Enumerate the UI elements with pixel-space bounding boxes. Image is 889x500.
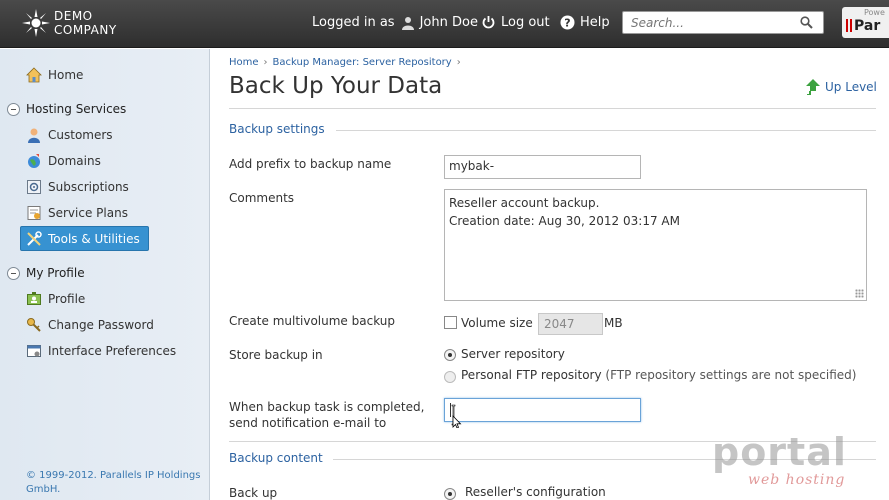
subscription-icon bbox=[26, 179, 42, 195]
comments-line-2: Creation date: Aug 30, 2012 03:17 AM bbox=[449, 214, 680, 228]
multivolume-checkbox[interactable] bbox=[444, 316, 457, 329]
help-icon: ? bbox=[560, 15, 575, 30]
home-icon bbox=[26, 67, 42, 83]
sidebar-item-change-password[interactable]: Change Password bbox=[26, 317, 154, 333]
power-icon bbox=[481, 15, 496, 30]
server-repository-radio[interactable] bbox=[444, 349, 456, 361]
reseller-config-label[interactable]: Reseller's configuration bbox=[465, 485, 606, 499]
sidebar-item-customers[interactable]: Customers bbox=[26, 127, 113, 143]
notification-label: When backup task is completed, send noti… bbox=[229, 400, 425, 430]
powered-label: Powe bbox=[864, 8, 885, 17]
server-repository-label[interactable]: Server repository bbox=[461, 347, 565, 361]
logged-in-info: Logged in as John Doe bbox=[312, 15, 478, 30]
prefix-input[interactable]: mybak- bbox=[444, 155, 641, 179]
logo-line2: COMPANY bbox=[54, 23, 117, 37]
up-level-button[interactable]: Up Level bbox=[806, 79, 877, 95]
logo-line1: DEMO bbox=[54, 9, 93, 23]
backup-settings-heading: Backup settings bbox=[229, 122, 325, 136]
prefix-label: Add prefix to backup name bbox=[229, 157, 392, 171]
sun-logo-icon bbox=[22, 9, 50, 37]
company-logo[interactable]: DEMO COMPANY bbox=[22, 9, 117, 37]
globe-icon bbox=[26, 153, 42, 169]
breadcrumb-home-link[interactable]: Home bbox=[229, 57, 259, 68]
ftp-repository-label[interactable]: Personal FTP repository bbox=[461, 368, 602, 382]
collapse-icon[interactable] bbox=[7, 266, 20, 280]
search-box[interactable] bbox=[622, 11, 824, 34]
watermark-small: web hosting bbox=[748, 472, 846, 488]
sidebar-group-hosting[interactable]: Hosting Services bbox=[7, 102, 126, 116]
backup-content-heading: Backup content bbox=[229, 451, 323, 465]
volume-size-input[interactable]: 2047 bbox=[538, 313, 603, 335]
tools-icon bbox=[26, 231, 42, 247]
section-divider bbox=[336, 130, 876, 131]
mouse-cursor-icon bbox=[449, 404, 463, 431]
sidebar-item-subscriptions[interactable]: Subscriptions bbox=[26, 179, 129, 195]
help-button[interactable]: ? Help bbox=[560, 15, 610, 30]
logout-label: Log out bbox=[501, 15, 550, 30]
help-label: Help bbox=[580, 15, 610, 30]
service-plan-icon bbox=[26, 205, 42, 221]
sidebar-item-home[interactable]: Home bbox=[26, 67, 83, 83]
breadcrumb: Home › Backup Manager: Server Repository › bbox=[229, 57, 461, 68]
store-backup-label: Store backup in bbox=[229, 348, 323, 362]
search-icon[interactable] bbox=[800, 16, 813, 32]
portal-watermark: portal web hosting bbox=[712, 432, 847, 488]
sidebar: Home Hosting Services Customers Domains … bbox=[0, 49, 210, 500]
up-arrow-icon bbox=[806, 79, 820, 95]
customer-icon bbox=[26, 127, 42, 143]
volume-unit: MB bbox=[604, 316, 623, 330]
sidebar-item-service-plans[interactable]: Service Plans bbox=[26, 205, 128, 221]
breadcrumb-backup-manager-link[interactable]: Backup Manager: Server Repository bbox=[273, 57, 452, 68]
comments-label: Comments bbox=[229, 191, 295, 205]
resize-grip-icon[interactable] bbox=[855, 289, 864, 298]
copyright-text: © 1999-2012. Parallels IP Holdings GmbH. bbox=[26, 470, 201, 495]
sidebar-item-profile[interactable]: Profile bbox=[26, 291, 85, 307]
backup-up-label: Back up bbox=[229, 486, 278, 500]
profile-card-icon bbox=[26, 291, 42, 307]
title-divider bbox=[229, 108, 876, 109]
preferences-icon bbox=[26, 343, 42, 359]
powered-brand: Par bbox=[854, 18, 881, 34]
multivolume-label: Create multivolume backup bbox=[229, 314, 395, 328]
powered-by-badge[interactable]: Powe Par bbox=[842, 7, 889, 38]
volume-size-label: Volume size bbox=[461, 316, 533, 330]
user-name-link[interactable]: John Doe bbox=[420, 15, 478, 30]
logout-button[interactable]: Log out bbox=[481, 15, 550, 30]
logged-in-prefix: Logged in as bbox=[312, 15, 395, 30]
sidebar-item-interface-preferences[interactable]: Interface Preferences bbox=[26, 343, 176, 359]
comments-line-1: Reseller account backup. bbox=[449, 196, 600, 210]
svg-text:?: ? bbox=[564, 17, 570, 30]
sidebar-item-tools-utilities[interactable]: Tools & Utilities bbox=[26, 231, 140, 247]
search-input[interactable] bbox=[623, 12, 793, 33]
ftp-repository-radio[interactable] bbox=[444, 371, 456, 383]
reseller-config-radio[interactable] bbox=[444, 488, 456, 500]
sidebar-item-domains[interactable]: Domains bbox=[26, 153, 101, 169]
collapse-icon[interactable] bbox=[7, 102, 20, 116]
user-icon bbox=[401, 16, 415, 30]
page-title: Back Up Your Data bbox=[229, 73, 443, 99]
comments-textarea[interactable]: Reseller account backup. Creation date: … bbox=[444, 189, 867, 301]
key-icon bbox=[26, 317, 42, 333]
watermark-big: portal bbox=[712, 430, 847, 474]
ftp-repository-note: (FTP repository settings are not specifi… bbox=[605, 368, 857, 382]
top-header: DEMO COMPANY Logged in as John Doe Log o… bbox=[0, 0, 889, 48]
sidebar-group-my-profile[interactable]: My Profile bbox=[7, 266, 85, 280]
notification-email-input[interactable] bbox=[444, 398, 641, 422]
